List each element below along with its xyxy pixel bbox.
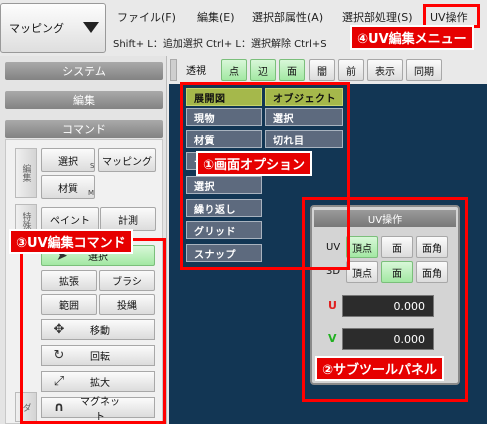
toolbar-face-button[interactable]: 面 xyxy=(279,59,305,81)
mapping-command-button[interactable]: マッピング xyxy=(98,148,156,172)
mode-label: マッピング xyxy=(9,22,64,35)
toolbar-sync-button[interactable]: 同期 xyxy=(406,59,442,81)
toolbar-vertex-button[interactable]: 点 xyxy=(221,59,247,81)
chevron-down-icon xyxy=(83,22,99,33)
toolbar-display-button[interactable]: 表示 xyxy=(367,59,403,81)
paint-command-button[interactable]: ペイント xyxy=(41,207,99,231)
annotation-subtool-panel: ②サブツールパネル xyxy=(315,356,445,381)
annotation-uv-command: ③UV編集コマンド xyxy=(9,229,133,254)
command-header[interactable]: コマンド xyxy=(5,120,163,138)
toolbar-dark-button[interactable]: 闇 xyxy=(309,59,335,81)
edit-header[interactable]: 編集 xyxy=(5,91,163,109)
material-shortcut-hint: M xyxy=(88,189,95,197)
measure-command-button[interactable]: 計測 xyxy=(100,207,156,231)
menu-file[interactable]: ファイル(F) xyxy=(117,9,176,25)
menu-edit[interactable]: 編集(E) xyxy=(197,9,235,25)
toolbar-scroll-handle[interactable] xyxy=(170,59,177,81)
menu-selection-process[interactable]: 選択部処理(S) xyxy=(342,9,413,25)
select-shortcut-hint: S xyxy=(90,162,95,170)
shortcut-hint: Shift+ L：追加選択 Ctrl+ L：選択解除 Ctrl+S xyxy=(113,39,327,50)
menu-selection-attribute[interactable]: 選択部属性(A) xyxy=(252,9,323,25)
tab-edit[interactable]: 編集 xyxy=(15,148,37,198)
toolbar-edge-button[interactable]: 辺 xyxy=(250,59,276,81)
select-command-label: 選択 xyxy=(58,156,78,168)
material-command-label: 材質 xyxy=(58,183,78,195)
system-header[interactable]: システム xyxy=(5,62,163,80)
material-command-button[interactable]: 材質 xyxy=(41,175,95,199)
toolbar-front-button[interactable]: 前 xyxy=(338,59,364,81)
select-command-button[interactable]: 選択 xyxy=(41,148,95,172)
mode-dropdown[interactable]: マッピング xyxy=(0,3,106,53)
view-mode-label[interactable]: 透視 xyxy=(186,62,206,77)
annotation-screen-options: ①画面オプション xyxy=(196,151,313,176)
uv-command-highlight xyxy=(20,238,166,424)
annotation-uv-menu: ④UV編集メニュー xyxy=(350,25,474,50)
